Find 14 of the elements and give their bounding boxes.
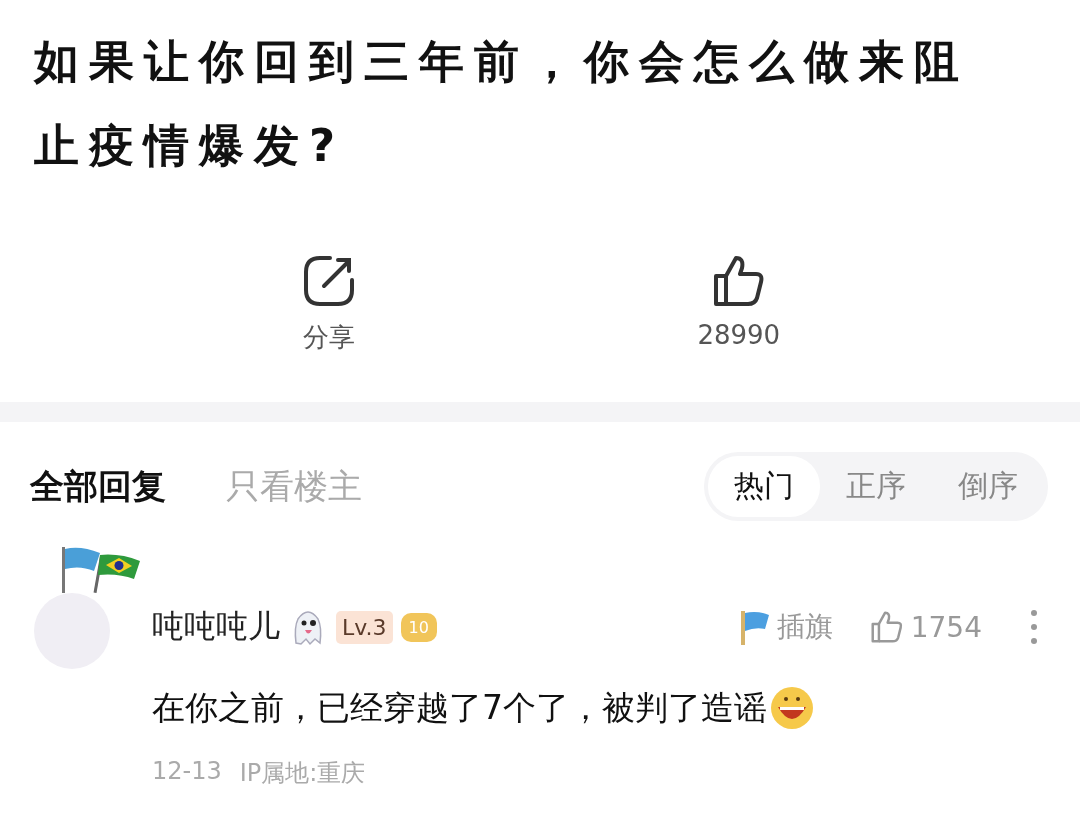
reply-date: 12-13	[152, 757, 222, 787]
filter-tab[interactable]: 全部回复	[30, 463, 166, 510]
action-button[interactable]: 分享	[299, 252, 358, 372]
sort-tab[interactable]: 热门	[708, 456, 820, 517]
more-icon[interactable]	[1030, 609, 1038, 645]
question-title: 如果让你回到三年前，你会怎么做来阻止疫情爆发?	[32, 34, 970, 174]
level-badge: Lv.3	[336, 610, 393, 644]
laughing-face-icon	[769, 685, 815, 731]
reply-text: 在你之前，已经穿越了7个了，被判了造谣	[152, 686, 767, 729]
action-button[interactable]: 28990	[697, 252, 781, 372]
ip-location: IP属地:重庆	[239, 758, 366, 789]
fan-badge: 10	[400, 612, 437, 642]
thumbs-up-icon	[868, 609, 905, 645]
username[interactable]: 吨吨吨儿	[152, 605, 280, 649]
